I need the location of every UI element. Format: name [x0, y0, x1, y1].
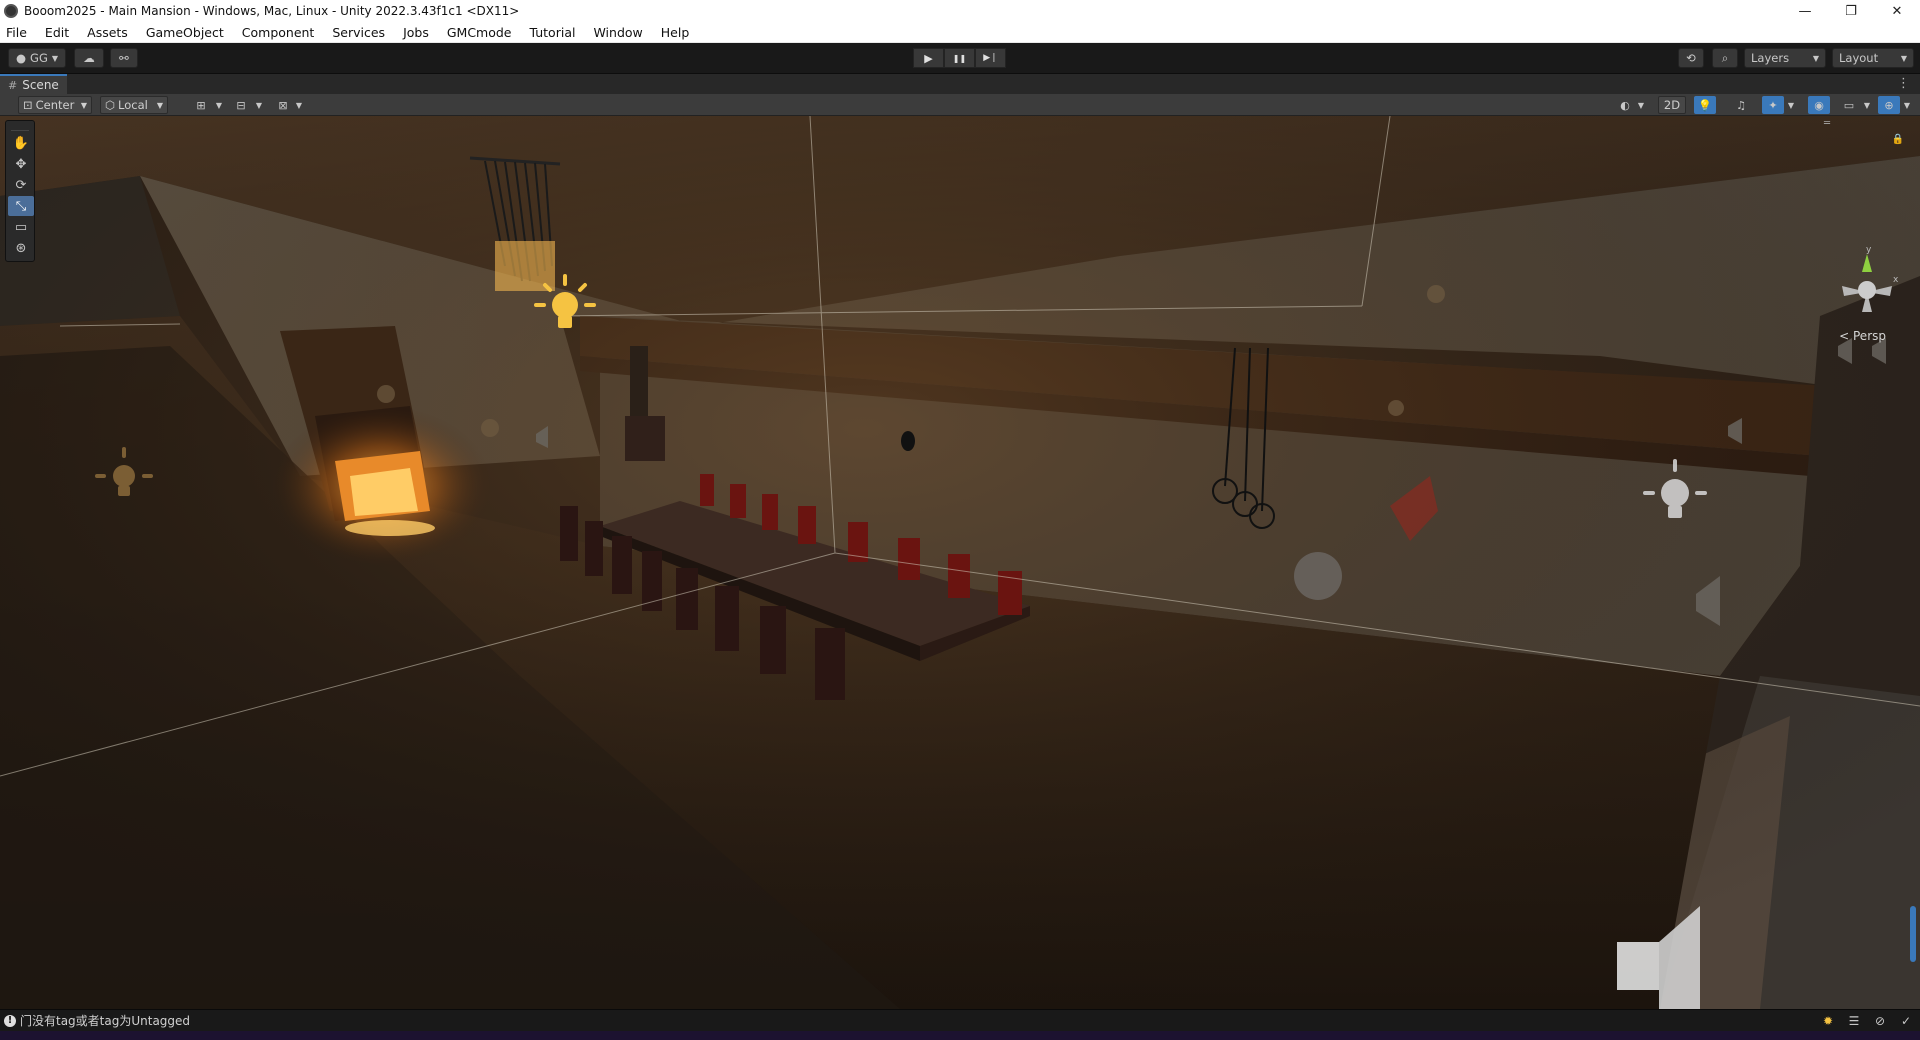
projection-label[interactable]: < Persp [1839, 329, 1886, 343]
menu-gmcmode[interactable]: GMCmode [445, 25, 514, 40]
status-icons: ✹ ☰ ⊘ ✓ [1820, 1013, 1914, 1029]
gizmo-y-label: y [1866, 245, 1872, 255]
audio-toggle-icon[interactable]: ♫ [1730, 96, 1752, 114]
title-bar: Booom2025 - Main Mansion - Windows, Mac,… [0, 0, 1920, 22]
search-icon: ⌕ [1721, 50, 1729, 65]
chevron-down-icon[interactable]: ▼ [248, 96, 270, 114]
menu-window[interactable]: Window [591, 25, 644, 40]
close-button[interactable]: ✕ [1874, 0, 1920, 22]
menu-assets[interactable]: Assets [85, 25, 130, 40]
playback-controls: ▶ ❚❚ ▶❘ [913, 48, 1006, 68]
chevron-down-icon[interactable]: ▼ [208, 96, 230, 114]
hidden-objects-icon[interactable]: ◉ [1808, 96, 1830, 114]
layout-dropdown[interactable]: Layout ▼ [1832, 48, 1914, 68]
tab-bar: # Scene ⋮ [0, 74, 1920, 94]
account-dropdown[interactable]: ● GG ▼ [8, 48, 66, 68]
chevron-down-icon: ▼ [51, 53, 59, 63]
hand-tool-icon[interactable]: ✋ [8, 133, 34, 153]
layers-dropdown[interactable]: Layers ▼ [1744, 48, 1826, 68]
orientation-gizmo[interactable]: y x [1832, 244, 1902, 334]
chevron-down-icon[interactable]: ▼ [1780, 96, 1802, 114]
undo-history-button[interactable]: ⟲ [1678, 48, 1704, 68]
menu-bar: File Edit Assets GameObject Component Se… [0, 22, 1920, 43]
minimize-button[interactable]: — [1782, 0, 1828, 22]
chevron-down-icon[interactable]: ▼ [1896, 96, 1918, 114]
rect-tool-icon[interactable]: ▭ [8, 217, 34, 237]
menu-edit[interactable]: Edit [43, 25, 71, 40]
scene-toolbar: ⊡ Center ▼ ⬡ Local ▼ ⊞ ▼ ⊟ ▼ ⊠ ▼ ◐ ▼ 2D … [0, 94, 1920, 116]
menu-component[interactable]: Component [240, 25, 317, 40]
chevron-down-icon: ▼ [1900, 53, 1907, 63]
gizmo-x-label: x [1893, 275, 1899, 285]
layers-label: Layers [1751, 51, 1790, 65]
step-button[interactable]: ▶❘ [975, 48, 1006, 68]
chevron-down-icon[interactable]: ▼ [288, 96, 310, 114]
more-options-icon[interactable]: ⋮ [1897, 76, 1910, 91]
collab-icon: ⚯ [119, 51, 129, 65]
console-message[interactable]: 门没有tag或者tag为Untagged [20, 1012, 190, 1029]
pivot-icon: ⊡ [23, 98, 33, 112]
chevron-down-icon[interactable]: ▼ [1630, 96, 1652, 114]
move-tool-icon[interactable]: ✥ [8, 154, 34, 174]
window-title: Booom2025 - Main Mansion - Windows, Mac,… [24, 4, 520, 18]
chevron-down-icon: ▼ [80, 100, 87, 110]
info-icon: ! [4, 1014, 16, 1027]
scale-tool-icon[interactable]: ⤡ [8, 196, 34, 216]
scene-render [0, 116, 1920, 1009]
menu-jobs[interactable]: Jobs [401, 25, 431, 40]
space-dropdown[interactable]: ⬡ Local ▼ [100, 96, 168, 114]
chevron-down-icon: ▼ [1812, 53, 1819, 63]
account-label: GG [30, 51, 48, 65]
rotate-tool-icon[interactable]: ⟳ [8, 175, 34, 195]
scene-viewport[interactable]: y x < Persp 🔒 ═ [0, 116, 1920, 1009]
search-button[interactable]: ⌕ [1712, 48, 1738, 68]
transform-tool-icon[interactable]: ⊛ [8, 238, 34, 258]
chevron-down-icon[interactable]: ▼ [1856, 96, 1878, 114]
tab-scene[interactable]: # Scene [0, 74, 67, 94]
menu-gameobject[interactable]: GameObject [144, 25, 226, 40]
check-icon[interactable]: ✓ [1898, 1013, 1914, 1029]
chevron-left-icon: < [1839, 329, 1850, 343]
menu-tutorial[interactable]: Tutorial [528, 25, 578, 40]
window-controls: — ❐ ✕ [1782, 0, 1920, 22]
chevron-down-icon: ▼ [156, 100, 163, 110]
tools-palette: ✋ ✥ ⟳ ⤡ ▭ ⊛ [5, 120, 35, 262]
space-label: Local [118, 98, 148, 112]
toggle-2d-button[interactable]: 2D [1658, 96, 1686, 114]
unity-logo-icon [4, 4, 18, 18]
cache-server-icon[interactable]: ☰ [1846, 1013, 1862, 1029]
pivot-label: Center [35, 98, 75, 112]
lock-icon[interactable]: 🔒 [1892, 134, 1904, 145]
lighting-progress-icon[interactable]: ✹ [1820, 1013, 1836, 1029]
cloud-icon: ☁ [83, 51, 95, 65]
pivot-dropdown[interactable]: ⊡ Center ▼ [18, 96, 92, 114]
projection-label-text: Persp [1853, 329, 1886, 343]
maximize-button[interactable]: ❐ [1828, 0, 1874, 22]
scene-grid-icon: # [8, 78, 18, 92]
status-bar: ! 门没有tag或者tag为Untagged ✹ ☰ ⊘ ✓ [0, 1009, 1920, 1031]
cube-icon: ⬡ [105, 98, 116, 112]
pause-button[interactable]: ❚❚ [944, 48, 975, 68]
lighting-toggle-icon[interactable]: 💡 [1694, 96, 1716, 114]
menu-lines-icon[interactable]: ═ [1824, 118, 1830, 129]
history-icon: ⟲ [1686, 51, 1696, 65]
cloud-button[interactable]: ☁ [74, 48, 104, 68]
menu-services[interactable]: Services [330, 25, 387, 40]
layout-label: Layout [1839, 51, 1879, 65]
debug-mode-icon[interactable]: ⊘ [1872, 1013, 1888, 1029]
taskbar-strip [0, 1031, 1920, 1040]
palette-grip[interactable] [11, 123, 29, 131]
tab-scene-label: Scene [22, 78, 59, 92]
main-toolbar: ● GG ▼ ☁ ⚯ ▶ ❚❚ ▶❘ ⟲ ⌕ Layers ▼ Layout ▼ [0, 43, 1920, 74]
account-icon: ● [15, 51, 27, 65]
collab-button[interactable]: ⚯ [110, 48, 138, 68]
menu-file[interactable]: File [4, 25, 29, 40]
play-button[interactable]: ▶ [913, 48, 944, 68]
menu-help[interactable]: Help [659, 25, 692, 40]
